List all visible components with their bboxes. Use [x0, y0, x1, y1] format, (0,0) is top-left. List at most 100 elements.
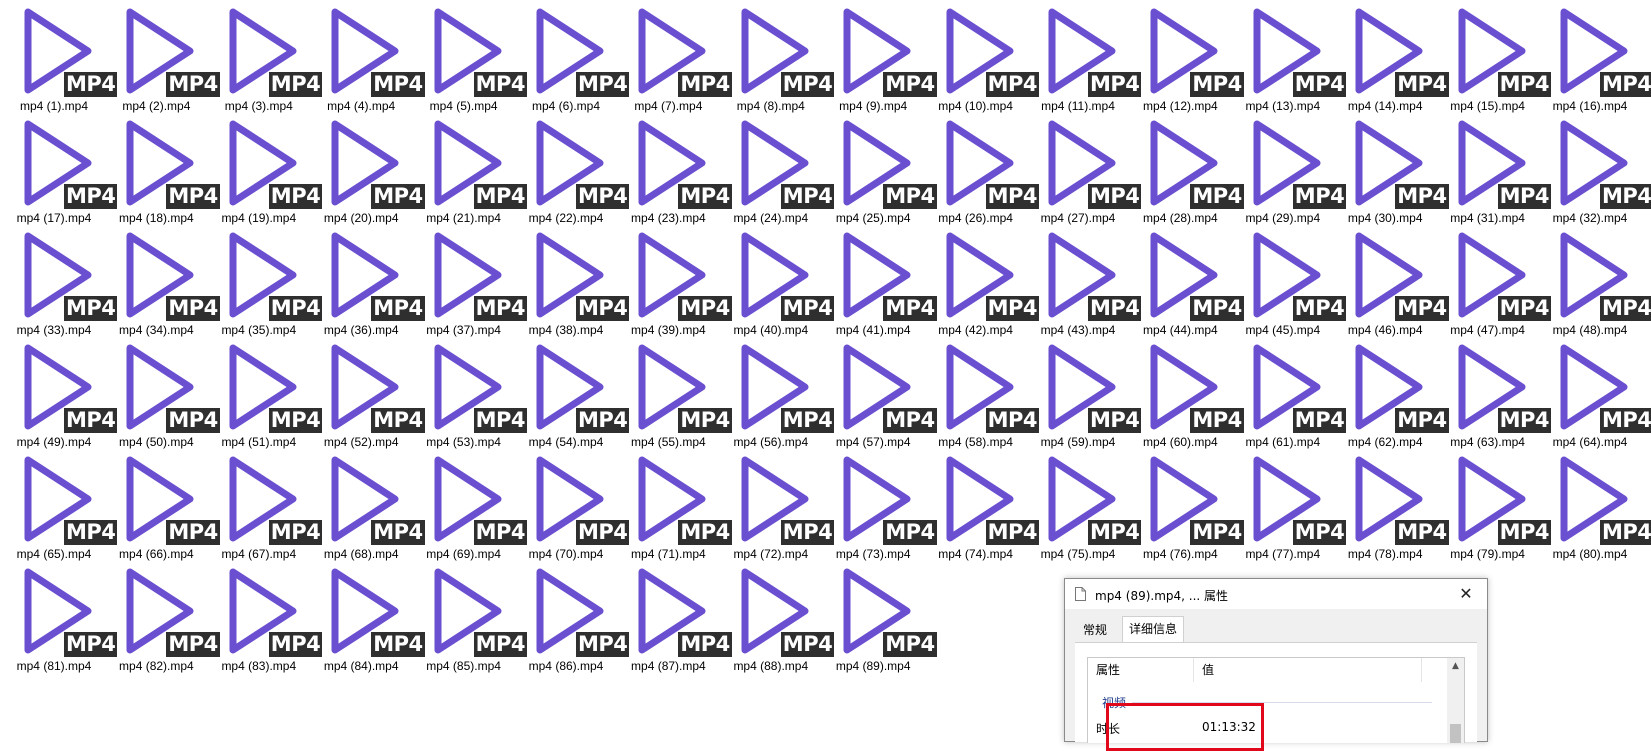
file-item[interactable]: MP4 mp4 (63).mp4: [1438, 336, 1551, 449]
file-item[interactable]: MP4 mp4 (79).mp4: [1438, 448, 1551, 561]
file-item[interactable]: MP4 mp4 (65).mp4: [4, 448, 118, 561]
file-item[interactable]: MP4 mp4 (51).mp4: [209, 336, 323, 449]
file-item[interactable]: MP4 mp4 (54).mp4: [516, 336, 630, 449]
file-item[interactable]: MP4 mp4 (84).mp4: [311, 560, 425, 673]
file-item[interactable]: MP4 mp4 (80).mp4: [1540, 448, 1651, 561]
file-item[interactable]: MP4 mp4 (43).mp4: [1028, 224, 1142, 337]
file-item[interactable]: MP4 mp4 (5).mp4: [414, 0, 527, 113]
file-item[interactable]: MP4 mp4 (11).mp4: [1028, 0, 1142, 113]
file-item[interactable]: MP4 mp4 (2).mp4: [106, 0, 220, 113]
file-item[interactable]: MP4 mp4 (24).mp4: [721, 112, 835, 225]
file-item[interactable]: MP4 mp4 (28).mp4: [1130, 112, 1244, 225]
file-item[interactable]: MP4 mp4 (59).mp4: [1028, 336, 1142, 449]
file-item[interactable]: MP4 mp4 (72).mp4: [721, 448, 835, 561]
file-item[interactable]: MP4 mp4 (15).mp4: [1438, 0, 1551, 113]
scroll-up-icon[interactable]: ▲: [1447, 658, 1464, 675]
file-item[interactable]: MP4 mp4 (22).mp4: [516, 112, 630, 225]
file-item[interactable]: MP4 mp4 (37).mp4: [414, 224, 527, 337]
file-name: mp4 (73).mp4: [835, 547, 911, 561]
file-item[interactable]: MP4 mp4 (46).mp4: [1335, 224, 1449, 337]
file-item[interactable]: MP4 mp4 (68).mp4: [311, 448, 425, 561]
file-item[interactable]: MP4 mp4 (86).mp4: [516, 560, 630, 673]
file-item[interactable]: MP4 mp4 (85).mp4: [414, 560, 527, 673]
file-item[interactable]: MP4 mp4 (45).mp4: [1233, 224, 1347, 337]
file-item[interactable]: MP4 mp4 (31).mp4: [1438, 112, 1551, 225]
file-item[interactable]: MP4 mp4 (7).mp4: [618, 0, 732, 113]
column-header-value[interactable]: 值: [1194, 658, 1422, 682]
file-item[interactable]: MP4 mp4 (19).mp4: [209, 112, 323, 225]
file-item[interactable]: MP4 mp4 (81).mp4: [4, 560, 118, 673]
file-item[interactable]: MP4 mp4 (1).mp4: [4, 0, 118, 113]
file-item[interactable]: MP4 mp4 (27).mp4: [1028, 112, 1142, 225]
file-item[interactable]: MP4 mp4 (41).mp4: [823, 224, 937, 337]
file-item[interactable]: MP4 mp4 (3).mp4: [209, 0, 323, 113]
close-button[interactable]: ✕: [1445, 579, 1487, 609]
file-item[interactable]: MP4 mp4 (38).mp4: [516, 224, 630, 337]
file-item[interactable]: MP4 mp4 (39).mp4: [618, 224, 732, 337]
file-item[interactable]: MP4 mp4 (88).mp4: [721, 560, 835, 673]
file-item[interactable]: MP4 mp4 (26).mp4: [926, 112, 1039, 225]
file-item[interactable]: MP4 mp4 (34).mp4: [106, 224, 220, 337]
file-item[interactable]: MP4 mp4 (13).mp4: [1233, 0, 1347, 113]
file-item[interactable]: MP4 mp4 (56).mp4: [721, 336, 835, 449]
file-item[interactable]: MP4 mp4 (21).mp4: [414, 112, 527, 225]
file-item[interactable]: MP4 mp4 (48).mp4: [1540, 224, 1651, 337]
file-item[interactable]: MP4 mp4 (35).mp4: [209, 224, 323, 337]
file-item[interactable]: MP4 mp4 (32).mp4: [1540, 112, 1651, 225]
file-item[interactable]: MP4 mp4 (62).mp4: [1335, 336, 1449, 449]
file-item[interactable]: MP4 mp4 (30).mp4: [1335, 112, 1449, 225]
scrollbar[interactable]: ▲: [1447, 658, 1464, 743]
file-item[interactable]: MP4 mp4 (71).mp4: [618, 448, 732, 561]
file-item[interactable]: MP4 mp4 (29).mp4: [1233, 112, 1347, 225]
file-item[interactable]: MP4 mp4 (58).mp4: [926, 336, 1039, 449]
file-item[interactable]: MP4 mp4 (44).mp4: [1130, 224, 1244, 337]
file-item[interactable]: MP4 mp4 (9).mp4: [823, 0, 937, 113]
file-item[interactable]: MP4 mp4 (12).mp4: [1130, 0, 1244, 113]
file-item[interactable]: MP4 mp4 (49).mp4: [4, 336, 118, 449]
file-item[interactable]: MP4 mp4 (18).mp4: [106, 112, 220, 225]
file-item[interactable]: MP4 mp4 (14).mp4: [1335, 0, 1449, 113]
file-item[interactable]: MP4 mp4 (40).mp4: [721, 224, 835, 337]
file-item[interactable]: MP4 mp4 (8).mp4: [721, 0, 835, 113]
file-item[interactable]: MP4 mp4 (17).mp4: [4, 112, 118, 225]
file-item[interactable]: MP4 mp4 (67).mp4: [209, 448, 323, 561]
file-item[interactable]: MP4 mp4 (47).mp4: [1438, 224, 1551, 337]
column-header-property[interactable]: 属性: [1088, 658, 1194, 682]
file-item[interactable]: MP4 mp4 (16).mp4: [1540, 0, 1651, 113]
scroll-thumb[interactable]: [1450, 724, 1461, 743]
file-item[interactable]: MP4 mp4 (61).mp4: [1233, 336, 1347, 449]
file-item[interactable]: MP4 mp4 (53).mp4: [414, 336, 527, 449]
file-item[interactable]: MP4 mp4 (52).mp4: [311, 336, 425, 449]
file-item[interactable]: MP4 mp4 (73).mp4: [823, 448, 937, 561]
file-item[interactable]: MP4 mp4 (76).mp4: [1130, 448, 1244, 561]
file-item[interactable]: MP4 mp4 (69).mp4: [414, 448, 527, 561]
file-item[interactable]: MP4 mp4 (89).mp4: [823, 560, 937, 673]
property-list[interactable]: 属性 值 ▲ 视频 时长 01:13:32: [1087, 657, 1465, 751]
file-item[interactable]: MP4 mp4 (10).mp4: [926, 0, 1039, 113]
file-item[interactable]: MP4 mp4 (77).mp4: [1233, 448, 1347, 561]
file-item[interactable]: MP4 mp4 (75).mp4: [1028, 448, 1142, 561]
file-item[interactable]: MP4 mp4 (64).mp4: [1540, 336, 1651, 449]
tab-details[interactable]: 详细信息: [1122, 616, 1185, 643]
file-item[interactable]: MP4 mp4 (66).mp4: [106, 448, 220, 561]
file-item[interactable]: MP4 mp4 (70).mp4: [516, 448, 630, 561]
file-item[interactable]: MP4 mp4 (20).mp4: [311, 112, 425, 225]
file-item[interactable]: MP4 mp4 (83).mp4: [209, 560, 323, 673]
file-item[interactable]: MP4 mp4 (82).mp4: [106, 560, 220, 673]
file-item[interactable]: MP4 mp4 (33).mp4: [4, 224, 118, 337]
file-item[interactable]: MP4 mp4 (60).mp4: [1130, 336, 1244, 449]
file-item[interactable]: MP4 mp4 (36).mp4: [311, 224, 425, 337]
file-item[interactable]: MP4 mp4 (74).mp4: [926, 448, 1039, 561]
file-item[interactable]: MP4 mp4 (50).mp4: [106, 336, 220, 449]
file-item[interactable]: MP4 mp4 (55).mp4: [618, 336, 732, 449]
file-item[interactable]: MP4 mp4 (42).mp4: [926, 224, 1039, 337]
file-item[interactable]: MP4 mp4 (25).mp4: [823, 112, 937, 225]
file-item[interactable]: MP4 mp4 (23).mp4: [618, 112, 732, 225]
dialog-titlebar[interactable]: mp4 (89).mp4, ... 属性 ✕: [1065, 579, 1487, 609]
file-item[interactable]: MP4 mp4 (4).mp4: [311, 0, 425, 113]
file-item[interactable]: MP4 mp4 (87).mp4: [618, 560, 732, 673]
tab-general[interactable]: 常规: [1077, 619, 1113, 641]
file-item[interactable]: MP4 mp4 (57).mp4: [823, 336, 937, 449]
file-item[interactable]: MP4 mp4 (6).mp4: [516, 0, 630, 113]
file-item[interactable]: MP4 mp4 (78).mp4: [1335, 448, 1449, 561]
